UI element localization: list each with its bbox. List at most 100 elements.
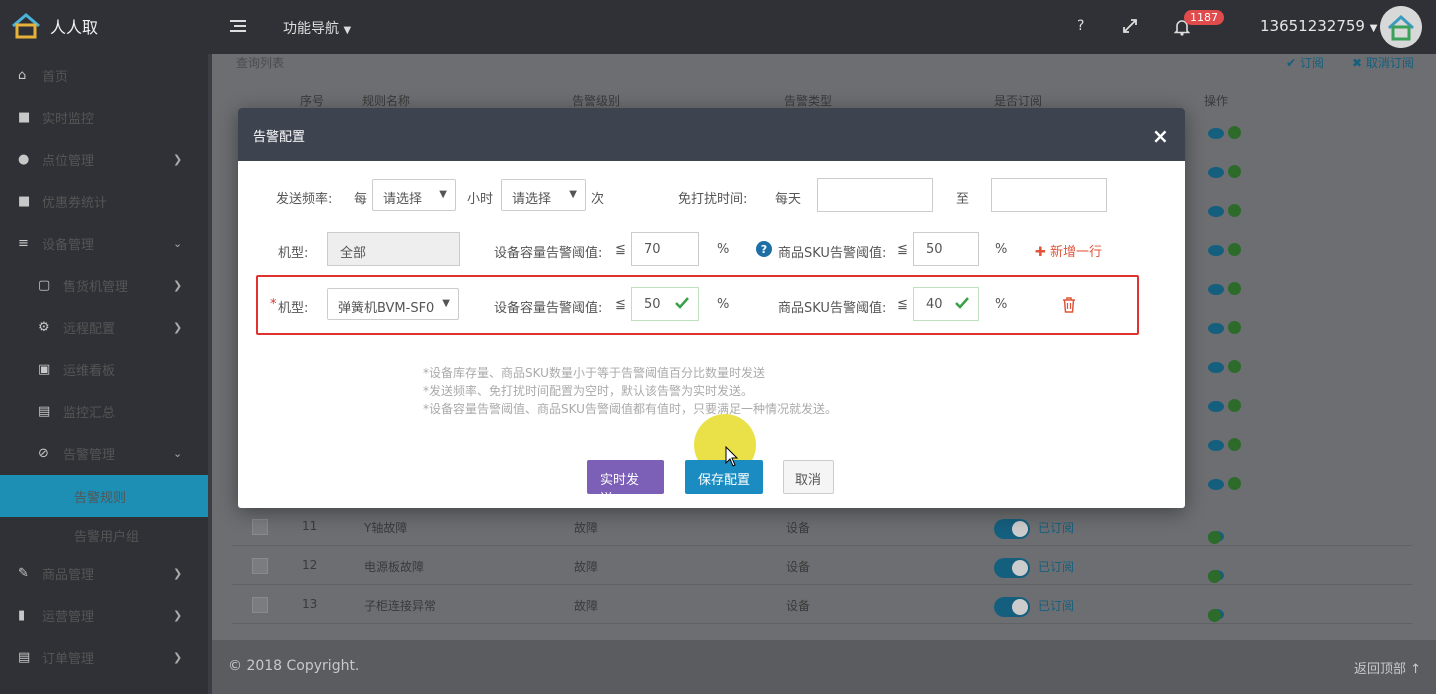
save-config-button[interactable]: 保存配置 [685,460,763,494]
row-checkbox[interactable] [252,597,268,613]
required-mark: * [270,297,277,312]
sidebar-item-monitor-summary[interactable]: ▤ 监控汇总 [0,390,208,432]
dnd-start-input[interactable] [817,178,933,212]
unsubscribe-action[interactable]: ✖ 取消订阅 [1352,54,1414,71]
sidebar-item-orders[interactable]: ▤ 订单管理 ❯ [0,636,208,678]
view-icon[interactable] [1208,128,1224,139]
menu-toggle-icon[interactable] [229,17,247,35]
svg-text:?: ? [761,243,767,256]
help-icon[interactable]: ? [1077,18,1084,34]
settings-icon[interactable] [1228,399,1241,412]
freq-hour-select[interactable]: 请选择 ▼ [372,179,456,211]
sku-threshold-input[interactable]: 50 [913,232,979,266]
chevron-down-icon: ▼ [442,298,450,309]
view-icon[interactable] [1208,245,1224,256]
capacity-threshold-input[interactable]: 50 [631,287,699,321]
sku-threshold-label: 商品SKU告警阈值: [778,246,887,261]
chevron-right-icon: ❯ [173,152,183,166]
le-sign: ≦ [615,297,626,312]
settings-icon[interactable] [1228,204,1241,217]
close-icon[interactable]: × [1152,124,1169,148]
model-select[interactable]: 弹簧机BVM-SF0 ▼ [327,288,459,320]
caret-down-icon: ▼ [343,25,352,36]
settings-icon[interactable] [1208,609,1221,622]
sidebar-item-alarm-mgmt[interactable]: ⊘ 告警管理 ⌄ [0,432,208,474]
subscribe-toggle[interactable] [994,597,1030,617]
percent-label: % [717,297,730,312]
sidebar-item-ops-board[interactable]: ▣ 运维看板 [0,348,208,390]
note-line: *设备库存量、商品SKU数量小于等于告警阈值百分比数量时发送 [423,366,765,380]
view-icon[interactable] [1208,167,1224,178]
coupon-icon: ■ [18,194,31,209]
settings-icon[interactable] [1208,570,1221,583]
settings-icon[interactable] [1228,243,1241,256]
settings-icon[interactable] [1208,531,1221,544]
fullscreen-icon[interactable] [1122,18,1138,34]
realtime-send-button[interactable]: 实时发送 [587,460,664,507]
trash-icon[interactable] [1061,296,1077,314]
question-circle-icon[interactable]: ? [756,241,772,257]
settings-icon[interactable] [1228,438,1241,451]
table-row[interactable]: 13 子柜连接异常 故障 设备 已订阅 [232,585,1412,624]
view-icon[interactable] [1208,440,1224,451]
chevron-right-icon: ❯ [173,608,183,622]
row-checkbox[interactable] [252,558,268,574]
dnd-end-input[interactable] [991,178,1107,212]
device-icon: ≡ [18,236,29,251]
home-icon: ⌂ [18,68,27,83]
table-row[interactable]: 11 Y轴故障 故障 设备 已订阅 [232,507,1412,546]
mouse-cursor-icon [725,446,739,467]
sidebar-item-home[interactable]: ⌂ 首页 [0,54,208,96]
sidebar-item-operations[interactable]: ▮ 运营管理 ❯ [0,594,208,636]
chevron-down-icon: ▼ [569,189,577,200]
bookmark-icon: ▮ [18,608,26,623]
le-sign: ≦ [897,297,908,312]
capacity-threshold-input[interactable]: 70 [631,232,699,266]
alarm-config-dialog: 告警配置 × 发送频率: 每 请选择 ▼ 小时 请选择 ▼ 次 免打扰时间: 每天 … [238,108,1185,508]
every-label: 每 [354,192,368,207]
sidebar-item-coupon-stats[interactable]: ■ 优惠券统计 [0,180,208,222]
sidebar-item-location[interactable]: ● 点位管理 ❯ [0,138,208,180]
plus-icon: ✚ [1035,245,1046,260]
alarm-icon: ⊘ [38,446,49,461]
settings-icon[interactable] [1228,360,1241,373]
subscribe-toggle[interactable] [994,519,1030,539]
sku-threshold-input[interactable]: 40 [913,287,979,321]
file-icon: ▤ [38,404,51,419]
add-row-button[interactable]: ✚ 新增一行 [1035,241,1102,260]
cancel-button[interactable]: 取消 [783,460,834,494]
table-row[interactable]: 12 电源板故障 故障 设备 已订阅 [232,546,1412,585]
subscribe-toggle[interactable] [994,558,1030,578]
sidebar-item-remote-config[interactable]: ⚙ 远程配置 ❯ [0,306,208,348]
row-ops-column [1208,126,1248,506]
chevron-right-icon: ❯ [173,566,183,580]
settings-icon[interactable] [1228,126,1241,139]
settings-icon[interactable] [1228,165,1241,178]
settings-icon[interactable] [1228,321,1241,334]
function-nav-dropdown[interactable]: 功能导航 ▼ [283,18,351,38]
user-menu[interactable]: 13651232759 ▼ [1260,17,1377,35]
view-icon[interactable] [1208,284,1224,295]
sidebar-item-device-mgmt[interactable]: ≡ 设备管理 ⌄ [0,222,208,264]
freq-times-select[interactable]: 请选择 ▼ [501,179,586,211]
view-icon[interactable] [1208,206,1224,217]
row-checkbox[interactable] [252,519,268,535]
avatar[interactable] [1380,6,1422,48]
view-icon[interactable] [1208,323,1224,334]
model-label: 机型: [278,246,309,261]
settings-icon[interactable] [1228,282,1241,295]
sidebar-item-alarm-rules[interactable]: 告警规则 [0,475,208,517]
view-icon[interactable] [1208,401,1224,412]
sidebar-item-vending[interactable]: ▢ 售货机管理 ❯ [0,264,208,306]
sidebar-item-product-mgmt[interactable]: ✎ 商品管理 ❯ [0,552,208,594]
sidebar-item-realtime-monitor[interactable]: ■ 实时监控 [0,96,208,138]
sidebar-item-alarm-user-group[interactable]: 告警用户组 [0,514,208,556]
video-icon: ■ [18,110,31,125]
caret-down-icon: ▼ [1369,23,1378,34]
subscribe-action[interactable]: ✔ 订阅 [1286,54,1324,71]
view-icon[interactable] [1208,362,1224,373]
settings-icon[interactable] [1228,477,1241,490]
back-to-top-link[interactable]: 返回顶部 ↑ [1354,658,1421,677]
app-logo[interactable]: 人人取 [10,12,98,40]
view-icon[interactable] [1208,479,1224,490]
